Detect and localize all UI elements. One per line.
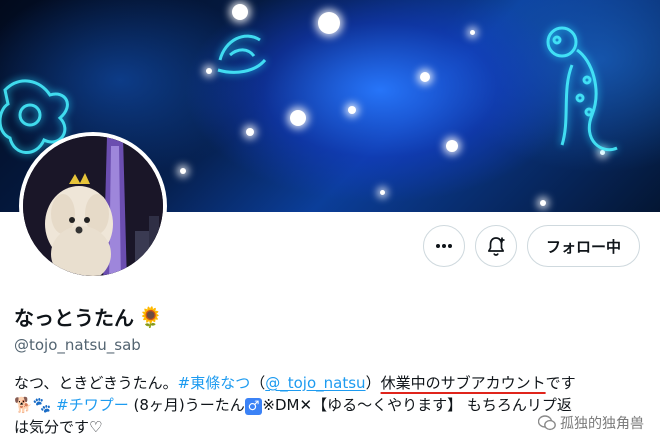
banner-star [420,72,430,82]
more-dots-icon [435,244,452,248]
bio-text: ） [365,374,381,392]
banner-star [380,190,385,195]
banner-doodle-top [217,34,267,74]
banner-star [470,30,475,35]
banner-star [290,110,306,126]
banner-star [540,200,546,206]
banner-doodle-right [546,26,618,152]
bio-text: （ [250,374,266,392]
bell-plus-icon [487,237,505,256]
notify-button[interactable] [474,225,517,267]
more-button[interactable] [422,225,465,267]
bio-line-1: なつ、ときどきうたん。#東條なつ（@_tojo_natsu）休業中のサブアカウン… [14,372,646,394]
following-button[interactable]: フォロー中 [526,225,640,267]
banner-star [446,140,458,152]
bio-text: ※DM [262,396,300,414]
wechat-icon [538,415,556,431]
avatar-photo [23,136,163,276]
banner-star [348,106,356,114]
hashtag-link[interactable]: #チワプー [56,396,129,414]
dog-emoji: 🐕 [14,396,33,414]
profile-avatar[interactable] [19,132,167,280]
bio-highlight: 休業中のサブアカウント [380,374,546,392]
cross-icon: ✕ [299,396,313,414]
watermark: 孤独的独角兽 [536,413,646,433]
male-sign-icon: ♂ [244,398,263,415]
bio-text: は気分です♡ [14,418,103,436]
paws-emoji: 🐾 [32,396,52,414]
sunflower-emoji: 🌻 [138,304,163,329]
banner-star [318,12,340,34]
display-name: なっとうたん [14,306,134,330]
profile-name: なっとうたん 🌻 [14,302,163,331]
hashtag-link[interactable]: #東條なつ [178,374,251,392]
bio-text: なつ、ときどきうたん。 [14,374,178,392]
bio-text: (8ヶ月)うーたん [128,396,245,414]
banner-star [180,168,186,174]
watermark-text: 孤独的独角兽 [560,416,644,432]
profile-actions: フォロー中 [422,225,640,267]
banner-star [246,128,254,136]
bio-text: 【ゆる〜くやります】 もちろんリプ返 [312,396,572,414]
banner-star [232,4,248,20]
bio-text: です [545,374,576,392]
mention-link[interactable]: @_tojo_natsu [265,374,365,392]
profile-handle: @tojo_natsu_sab [14,336,141,354]
